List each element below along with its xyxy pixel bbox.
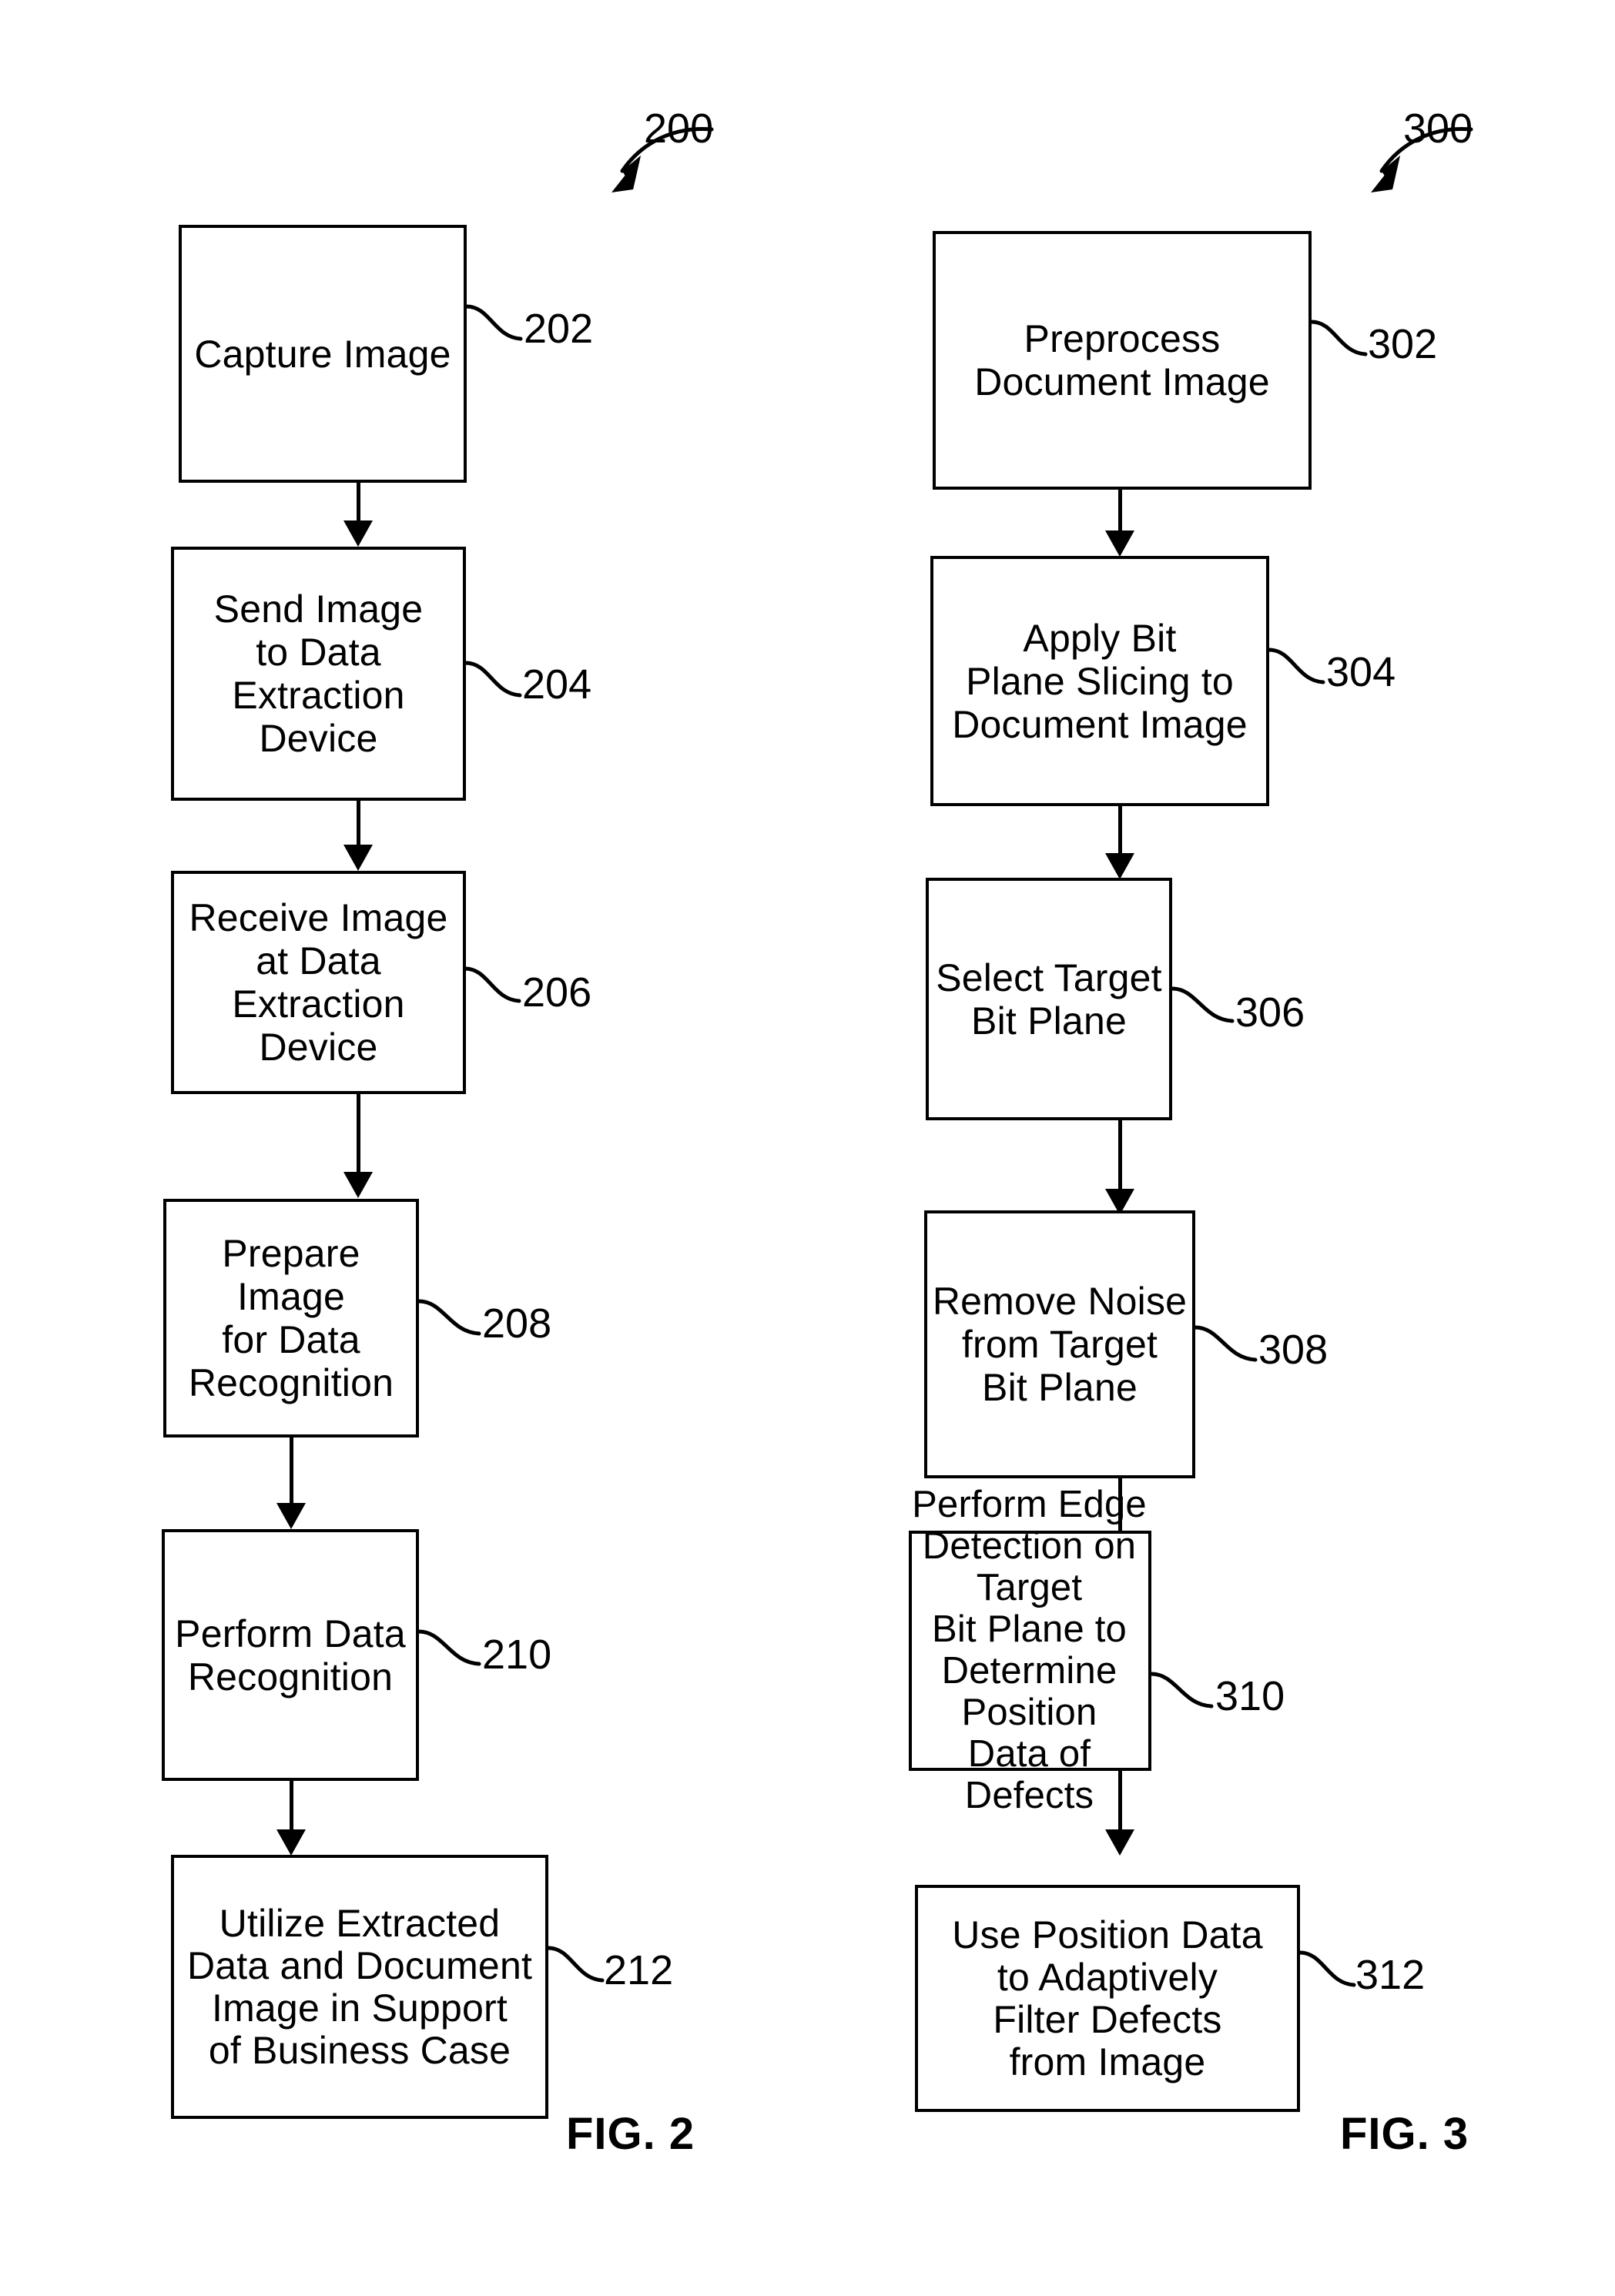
- flow-step-302[interactable]: Preprocess Document Image: [933, 231, 1312, 490]
- figure-200-reference-numeral: 200: [644, 105, 714, 152]
- reference-numeral-208: 208: [482, 1300, 552, 1347]
- flow-step-208[interactable]: Prepare Image for Data Recognition: [163, 1199, 419, 1438]
- reference-numeral-310: 310: [1215, 1673, 1285, 1719]
- flow-step-308[interactable]: Remove Noise from Target Bit Plane: [924, 1210, 1195, 1478]
- reference-numeral-204: 204: [522, 661, 592, 708]
- flow-step-304-label: Apply Bit Plane Slicing to Document Imag…: [952, 616, 1248, 746]
- flow-step-308-label: Remove Noise from Target Bit Plane: [932, 1280, 1188, 1409]
- reference-numeral-306: 306: [1235, 989, 1305, 1036]
- flow-step-204[interactable]: Send Image to Data Extraction Device: [171, 547, 466, 801]
- flow-step-310[interactable]: Perform Edge Detection on Target Bit Pla…: [909, 1484, 1151, 1816]
- figure-300-reference-numeral: 300: [1403, 105, 1473, 152]
- flow-step-312[interactable]: Use Position Data to Adaptively Filter D…: [915, 1885, 1300, 2112]
- patent-drawing-sheet: 200 Capture Image 202 Send Image to Data…: [0, 0, 1615, 2296]
- figure-2-title: FIG. 2: [566, 2109, 695, 2159]
- reference-numeral-304: 304: [1326, 649, 1396, 695]
- flow-step-310-label: Perform Edge Detection on Target Bit Pla…: [912, 1484, 1147, 1816]
- flow-step-202-label: Capture Image: [194, 332, 451, 376]
- figure-3-title: FIG. 3: [1340, 2109, 1469, 2159]
- reference-numeral-210: 210: [482, 1632, 552, 1678]
- flow-step-302-label: Preprocess Document Image: [974, 317, 1270, 403]
- flow-step-210[interactable]: Perform Data Recognition: [162, 1529, 419, 1781]
- flow-step-312-label: Use Position Data to Adaptively Filter D…: [952, 1913, 1263, 2083]
- flow-step-306[interactable]: Select Target Bit Plane: [926, 878, 1172, 1120]
- flow-step-204-label: Send Image to Data Extraction Device: [213, 587, 424, 760]
- reference-numeral-206: 206: [522, 969, 592, 1016]
- flow-step-202[interactable]: Capture Image: [179, 225, 467, 483]
- reference-numeral-302: 302: [1368, 321, 1438, 367]
- reference-numeral-202: 202: [524, 306, 594, 352]
- reference-numeral-212: 212: [604, 1947, 674, 1993]
- flow-step-212-label: Utilize Extracted Data and Document Imag…: [186, 1901, 533, 2072]
- flow-step-212[interactable]: Utilize Extracted Data and Document Imag…: [171, 1855, 548, 2119]
- flow-step-304[interactable]: Apply Bit Plane Slicing to Document Imag…: [930, 556, 1269, 806]
- flow-step-208-label: Prepare Image for Data Recognition: [188, 1232, 394, 1404]
- flow-step-306-label: Select Target Bit Plane: [936, 956, 1162, 1043]
- flow-step-206[interactable]: Receive Image at Data Extraction Device: [171, 871, 466, 1094]
- reference-numeral-312: 312: [1355, 1952, 1426, 1998]
- reference-numeral-308: 308: [1258, 1327, 1329, 1373]
- flow-step-210-label: Perform Data Recognition: [175, 1612, 406, 1699]
- flow-step-206-label: Receive Image at Data Extraction Device: [189, 896, 448, 1069]
